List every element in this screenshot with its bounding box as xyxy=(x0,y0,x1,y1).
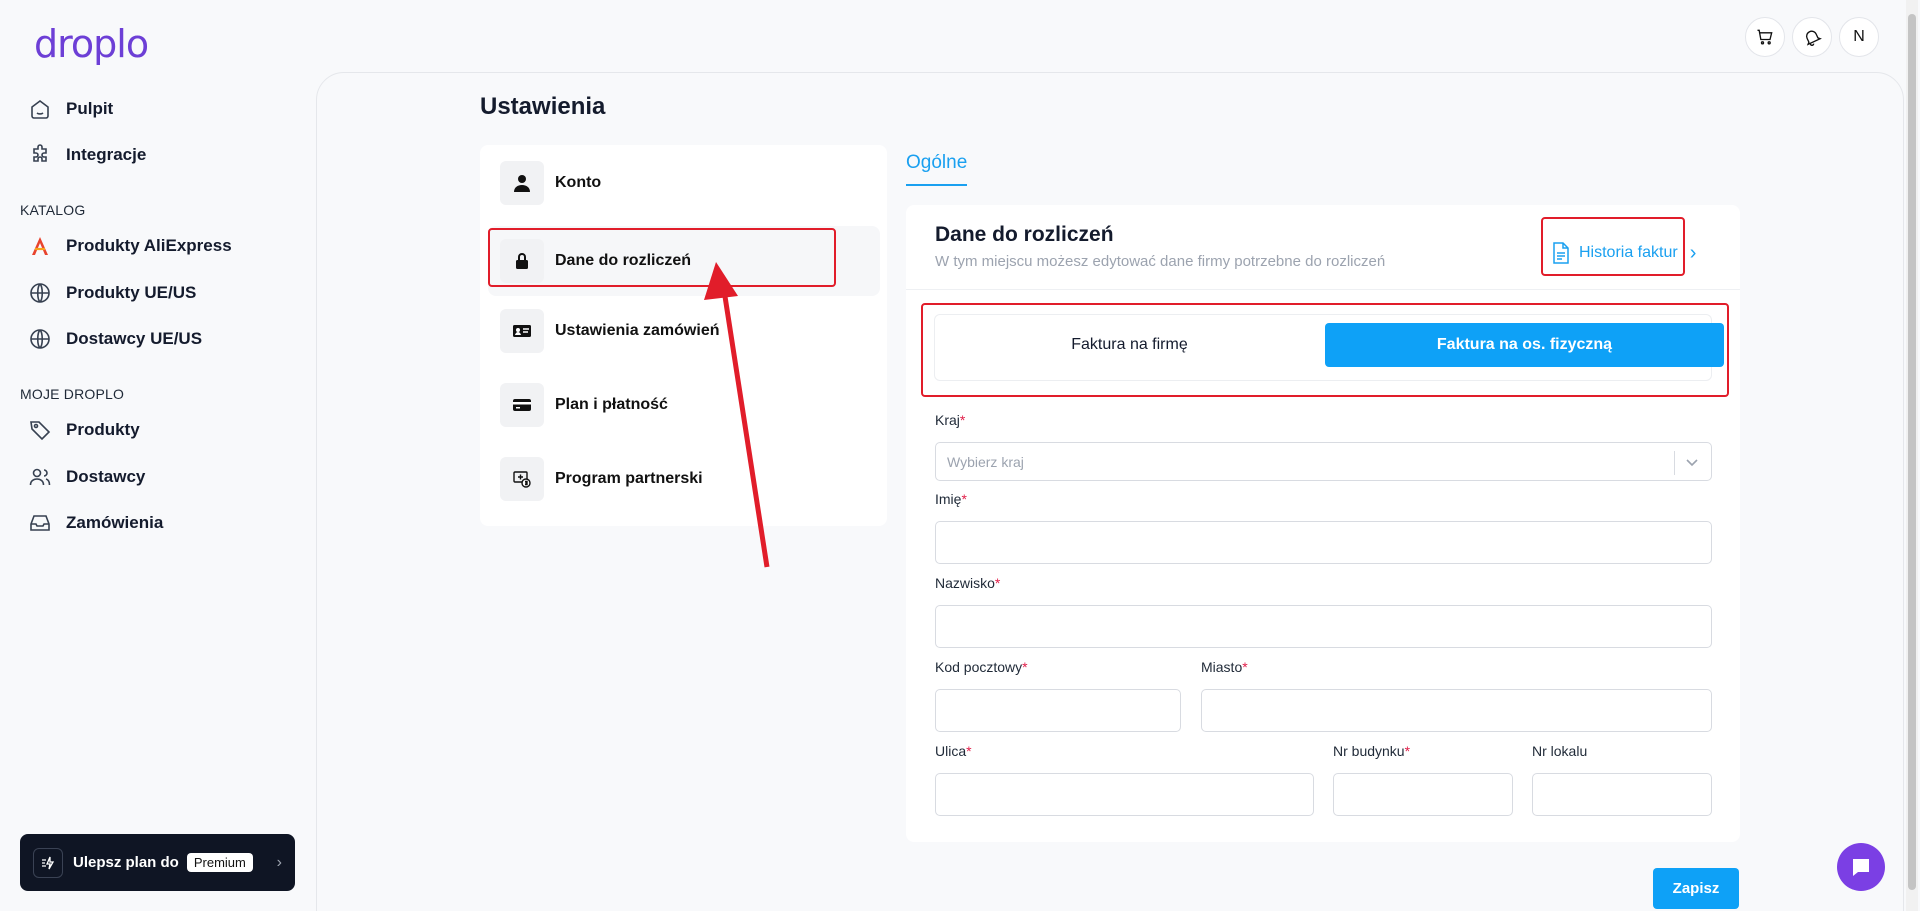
chevron-right-icon: › xyxy=(1689,241,1697,264)
avatar-initial: N xyxy=(1853,28,1865,45)
id-card-icon xyxy=(500,309,544,353)
nav-zamowienia[interactable]: Zamówienia xyxy=(28,505,163,541)
puzzle-icon xyxy=(33,144,47,162)
nav-label: Produkty xyxy=(66,420,140,439)
notifications-button[interactable] xyxy=(1792,17,1832,57)
country-select[interactable]: Wybierz kraj xyxy=(935,442,1712,481)
sidebar: droplo Pulpit Integracje KATALOG Produkt… xyxy=(0,0,316,911)
globe-icon xyxy=(30,329,50,349)
nav-integracje[interactable]: Integracje xyxy=(28,137,146,173)
scrollbar-thumb[interactable] xyxy=(1908,14,1916,890)
country-placeholder: Wybierz kraj xyxy=(947,454,1024,470)
postal-code-input[interactable] xyxy=(935,689,1181,732)
divider xyxy=(906,289,1740,290)
apartment-label: Nr lokalu xyxy=(1532,743,1588,759)
page-scrollbar[interactable] xyxy=(1906,0,1918,911)
postal-code-label: Kod pocztowy* xyxy=(935,659,1028,675)
settings-item-dane-do-rozliczen[interactable]: Dane do rozliczeń xyxy=(488,226,880,296)
chevron-right-icon: › xyxy=(276,853,282,871)
nav-produkty-ue-us[interactable]: Produkty UE/US xyxy=(28,275,196,311)
settings-item-program-partnerski[interactable]: Program partnerski xyxy=(480,444,887,514)
chat-button[interactable] xyxy=(1837,843,1885,891)
nav-dostawcy[interactable]: Dostawcy xyxy=(28,459,145,495)
cart-button[interactable] xyxy=(1745,17,1785,57)
tab-ogolne[interactable]: Ogólne xyxy=(906,152,968,186)
chat-icon xyxy=(1853,859,1869,876)
page-title: Ustawienia xyxy=(480,93,606,120)
document-icon xyxy=(1553,242,1569,264)
home-icon xyxy=(31,100,49,119)
settings-item-label: Dane do rozliczeń xyxy=(555,252,692,269)
billing-title: Dane do rozliczeń xyxy=(935,223,1114,246)
settings-item-ustawienia-zamowien[interactable]: Ustawienia zamówień xyxy=(480,296,887,366)
country-label: Kraj* xyxy=(935,412,966,428)
first-name-label: Imię* xyxy=(935,491,967,507)
invoice-person-option[interactable]: Faktura na os. fizyczną xyxy=(1325,323,1724,367)
tag-icon xyxy=(30,421,51,441)
billing-subtitle: W tym miejscu możesz edytować dane firmy… xyxy=(935,253,1386,270)
settings-item-label: Plan i płatność xyxy=(555,396,668,413)
users-icon xyxy=(29,468,51,486)
last-name-input[interactable] xyxy=(935,605,1712,648)
nav-label: Zamówienia xyxy=(66,513,164,532)
nav-label: Produkty AliExpress xyxy=(66,236,232,255)
chevron-down-icon xyxy=(1686,459,1698,467)
nav-label: Pulpit xyxy=(66,99,114,118)
last-name-label: Nazwisko* xyxy=(935,575,1001,591)
globe-icon xyxy=(30,283,50,303)
city-label: Miasto* xyxy=(1201,659,1248,675)
bell-icon xyxy=(1806,30,1822,46)
street-input[interactable] xyxy=(935,773,1314,816)
nav-produkty[interactable]: Produkty xyxy=(28,412,140,448)
first-name-input[interactable] xyxy=(935,521,1712,564)
invoice-type-toggle: Faktura na firmę Faktura na os. fizyczną xyxy=(934,314,1724,381)
invoice-company-option[interactable]: Faktura na firmę xyxy=(943,323,1316,367)
aliexpress-icon xyxy=(32,237,48,255)
nav-dostawcy-ue-us[interactable]: Dostawcy UE/US xyxy=(28,321,202,357)
nav-label: Produkty UE/US xyxy=(66,283,197,302)
settings-item-konto[interactable]: Konto xyxy=(480,148,887,218)
billing-card: Dane do rozliczeń W tym miejscu możesz e… xyxy=(906,205,1740,842)
section-katalog: KATALOG xyxy=(20,202,86,218)
nav-pulpit[interactable]: Pulpit xyxy=(28,91,113,127)
nav-label: Integracje xyxy=(66,145,147,164)
nav-label: Dostawcy xyxy=(66,467,146,486)
partner-icon xyxy=(500,457,544,501)
settings-item-label: Ustawienia zamówień xyxy=(555,322,720,339)
save-button[interactable]: Zapisz xyxy=(1653,868,1739,909)
user-icon xyxy=(500,161,544,205)
building-input[interactable] xyxy=(1333,773,1513,816)
credit-card-icon xyxy=(500,383,544,427)
settings-item-plan-i-platnosc[interactable]: Plan i płatność xyxy=(480,370,887,440)
invoice-history-label: Historia faktur xyxy=(1579,244,1678,261)
nav-produkty-aliexpress[interactable]: Produkty AliExpress xyxy=(28,228,232,264)
upgrade-label: Ulepsz plan do xyxy=(73,854,179,871)
apartment-input[interactable] xyxy=(1532,773,1712,816)
inbox-icon xyxy=(30,515,50,531)
upgrade-icon xyxy=(33,847,63,878)
droplo-logo[interactable]: droplo xyxy=(34,22,149,66)
city-input[interactable] xyxy=(1201,689,1712,732)
settings-item-label: Konto xyxy=(555,174,602,191)
lock-icon xyxy=(500,239,544,283)
invoice-history-button[interactable]: Historia faktur › xyxy=(1551,233,1696,273)
upgrade-plan-button[interactable]: Ulepsz plan do Premium › xyxy=(20,834,295,891)
user-avatar-button[interactable]: N xyxy=(1839,17,1879,57)
building-label: Nr budynku* xyxy=(1333,743,1411,759)
nav-label: Dostawcy UE/US xyxy=(66,329,203,348)
select-separator xyxy=(1674,451,1675,475)
section-moje-droplo: MOJE DROPLO xyxy=(20,386,125,402)
cart-icon xyxy=(1757,29,1773,45)
premium-badge: Premium xyxy=(186,853,253,872)
street-label: Ulica* xyxy=(935,743,972,759)
settings-item-label: Program partnerski xyxy=(555,470,703,487)
settings-menu: Konto Dane do rozliczeń Ustawienia zamów… xyxy=(480,145,887,526)
